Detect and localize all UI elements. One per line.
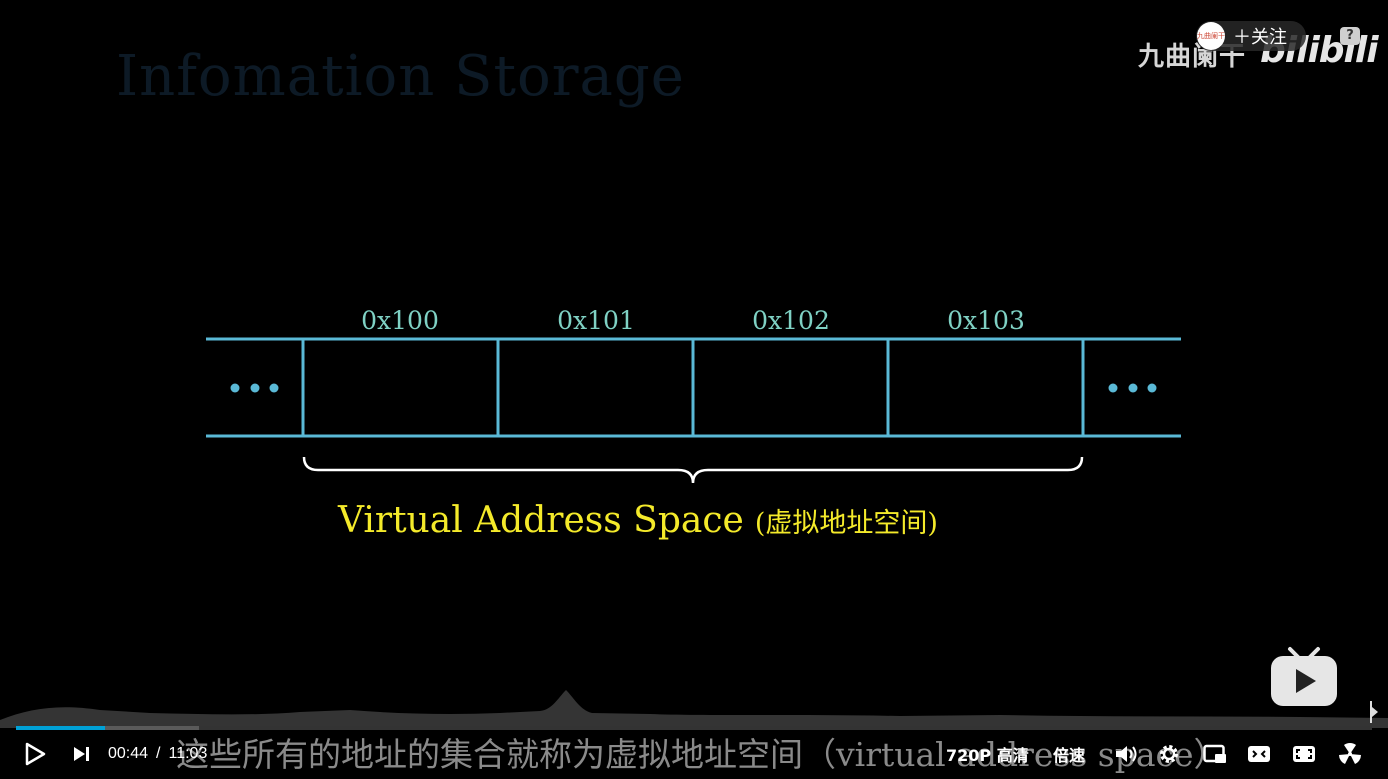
settings-button[interactable] [1158, 736, 1180, 772]
quality-label: 720P 高清 [946, 746, 1029, 765]
widescreen-icon [1248, 746, 1270, 762]
progress-handle[interactable] [1364, 701, 1378, 723]
audio-waveform [0, 690, 1388, 728]
web-fullscreen-icon [1293, 746, 1315, 762]
progress-fill [16, 726, 106, 730]
gear-icon [1160, 745, 1178, 763]
fullscreen-icon [1339, 743, 1361, 764]
pip-icon [1203, 744, 1226, 763]
uploader-avatar: 九曲阑干 [1197, 22, 1225, 50]
quality-selector[interactable]: 720P 高清 [946, 736, 1029, 772]
address-label: 0x101 [557, 306, 635, 335]
next-button[interactable] [72, 736, 94, 772]
fullscreen-button[interactable] [1338, 736, 1362, 772]
ellipsis-right [1108, 383, 1157, 393]
widescreen-button[interactable] [1247, 736, 1271, 772]
follow-label: ＋关注 [1233, 27, 1287, 48]
volume-icon [1116, 746, 1137, 762]
play-button[interactable] [24, 736, 50, 772]
time-separator: / [156, 745, 161, 762]
address-label: 0x100 [361, 306, 439, 335]
speed-selector[interactable]: 倍速 [1053, 736, 1085, 772]
current-time: 00:44 [108, 745, 149, 762]
video-frame[interactable]: Infomation Storage 0x100 0x101 0x102 0x1… [0, 0, 1388, 779]
duration: 11:03 [168, 745, 208, 762]
pip-button[interactable] [1203, 736, 1227, 772]
virtual-address-space-label: Virtual Address Space (虚拟地址空间) [337, 500, 938, 541]
curly-brace [302, 456, 1084, 484]
speed-label: 倍速 [1053, 746, 1086, 765]
memory-diagram: 0x100 0x101 0x102 0x103 Virtual Address … [206, 306, 1181, 541]
play-icon [25, 742, 46, 766]
web-fullscreen-button[interactable] [1292, 736, 1316, 772]
next-icon [74, 747, 89, 761]
address-label: 0x102 [752, 306, 830, 335]
follow-button[interactable]: 九曲阑干 ＋关注 [1196, 21, 1306, 51]
ellipsis-left [230, 383, 279, 393]
volume-button[interactable] [1114, 736, 1138, 772]
player-controls: 00:44 / 11:03 720P 高清 倍速 [0, 736, 1388, 776]
vas-label-en: Virtual Address Space [337, 500, 744, 541]
address-label: 0x103 [947, 306, 1025, 335]
time-display: 00:44 / 11:03 [108, 736, 207, 772]
help-icon[interactable]: ? [1340, 27, 1360, 45]
vas-label-cn: (虚拟地址空间) [755, 508, 938, 539]
